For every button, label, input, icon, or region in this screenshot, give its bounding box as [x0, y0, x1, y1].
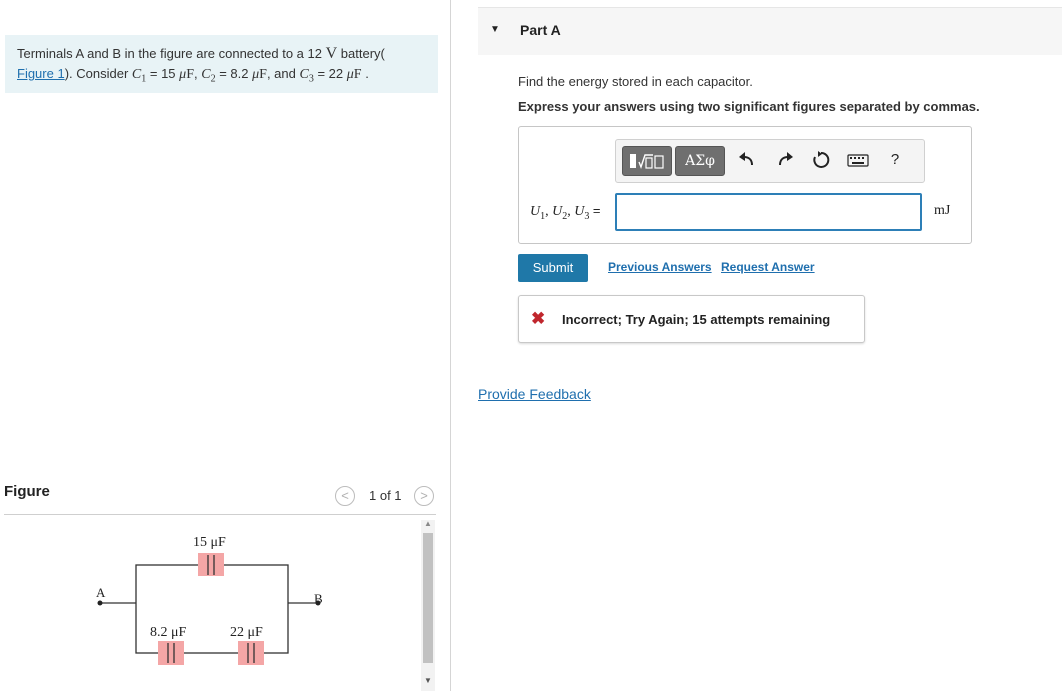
redo-icon[interactable] — [775, 150, 795, 170]
templates-icon[interactable] — [622, 146, 672, 176]
undo-icon[interactable] — [737, 150, 757, 170]
answer-label: U1, U2, U3 = — [530, 203, 600, 222]
u2-symbol: U — [552, 204, 563, 219]
c1-symbol: C — [131, 67, 142, 82]
c2-value: = 8.2 — [219, 66, 249, 81]
c3-sub: 3 — [308, 73, 314, 85]
figure-count: 1 of 1 — [369, 488, 402, 503]
answer-unit: mJ — [934, 203, 951, 218]
sep-1: , — [194, 66, 198, 81]
instruction-text: Express your answers using two significa… — [518, 99, 980, 114]
figure-scrollbar-thumb[interactable] — [423, 533, 433, 663]
problem-text-consider: ). Consider — [64, 66, 129, 81]
keyboard-icon[interactable] — [847, 150, 869, 170]
previous-answers-link[interactable]: Previous Answers — [608, 260, 712, 274]
part-title[interactable]: Part A — [520, 22, 561, 38]
terminal-a-dot — [97, 600, 103, 606]
u3-sub: 3 — [584, 210, 590, 222]
question-text: Find the energy stored in each capacitor… — [518, 74, 753, 89]
x-icon: ✖ — [531, 309, 546, 328]
c3-unit-f: F — [353, 67, 362, 82]
figure-heading: Figure — [4, 483, 50, 500]
terminal-b-label: B — [314, 591, 323, 606]
column-divider — [450, 0, 451, 691]
problem-text-battery: battery( — [340, 46, 385, 61]
and-text: , and — [266, 66, 296, 81]
c2-sub: 2 — [210, 73, 216, 85]
circuit-diagram: 15 μF 8.2 μF 22 μF A B — [96, 535, 323, 665]
comma-2: , — [567, 204, 571, 219]
figure-divider — [4, 514, 436, 515]
reset-icon[interactable] — [811, 150, 831, 170]
problem-text: Terminals A and B in the figure are conn… — [17, 46, 322, 61]
end-period: . — [365, 66, 369, 81]
label-22uF: 22 μF — [230, 625, 263, 640]
volt-unit: V — [325, 45, 338, 62]
c3-unit-mu: μ — [346, 67, 354, 82]
answer-input[interactable] — [615, 193, 922, 231]
comma-1: , — [545, 204, 549, 219]
c2-unit-f: F — [259, 67, 267, 82]
scroll-up-icon[interactable]: ▲ — [424, 519, 432, 528]
greek-symbols-button[interactable]: ΑΣφ — [675, 146, 725, 176]
u1-symbol: U — [530, 204, 541, 219]
terminal-a-label: A — [96, 585, 106, 600]
capacitor-8.2uF — [158, 641, 184, 665]
equals-sign: = — [592, 203, 601, 218]
feedback-text: Incorrect; Try Again; 15 attempts remain… — [562, 312, 831, 327]
c1-sub: 1 — [141, 73, 147, 85]
submit-button[interactable]: Submit — [518, 254, 588, 282]
c1-value: = 15 — [149, 66, 176, 81]
c3-symbol: C — [299, 67, 309, 82]
request-answer-link[interactable]: Request Answer — [721, 260, 815, 274]
c1-unit-f: F — [186, 67, 194, 82]
capacitor-22uF — [238, 641, 264, 665]
collapse-arrow-icon[interactable]: ▼ — [490, 24, 500, 35]
provide-feedback-link[interactable]: Provide Feedback — [478, 386, 591, 402]
u3-symbol: U — [574, 204, 585, 219]
label-8.2uF: 8.2 μF — [150, 625, 187, 640]
scroll-down-icon[interactable]: ▼ — [424, 676, 432, 685]
figure-link[interactable]: Figure 1 — [17, 66, 65, 81]
c3-value: = 22 — [317, 66, 344, 81]
help-icon[interactable]: ? — [885, 150, 905, 170]
label-15uF: 15 μF — [193, 535, 226, 550]
c2-symbol: C — [201, 67, 211, 82]
part-header[interactable] — [478, 7, 1062, 55]
chevron-left-icon[interactable]: < — [335, 486, 355, 506]
problem-statement: Terminals A and B in the figure are conn… — [5, 35, 438, 93]
chevron-right-icon[interactable]: > — [414, 486, 434, 506]
